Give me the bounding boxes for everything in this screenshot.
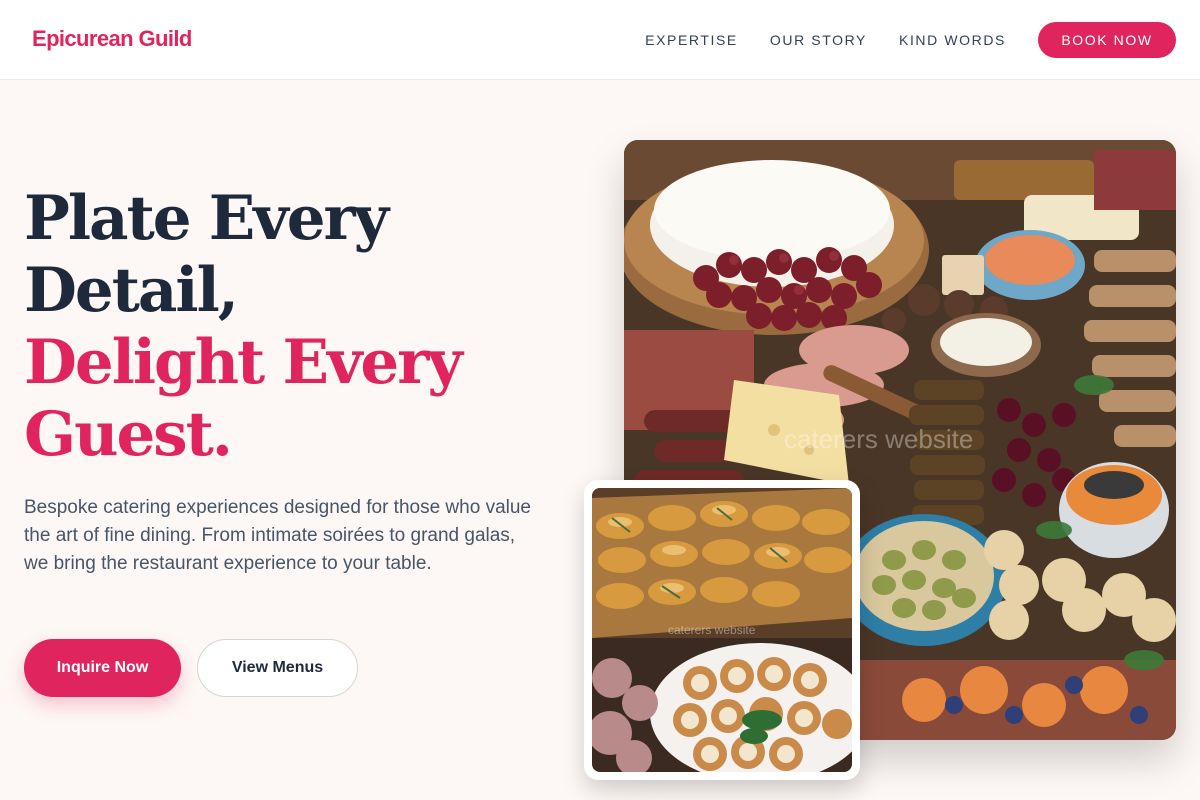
view-menus-button[interactable]: View Menus [197, 639, 358, 697]
image-watermark: caterers website [668, 623, 756, 637]
hero-description: Bespoke catering experiences designed fo… [24, 497, 531, 574]
hero-title: Plate Every Detail, Delight Every Guest. [24, 183, 584, 471]
nav-link-our-story[interactable]: OUR STORY [770, 32, 867, 48]
brand-logo[interactable]: Epicurean Guild [32, 26, 192, 52]
nav-link-expertise[interactable]: EXPERTISE [645, 32, 738, 48]
site-header: Epicurean Guild EXPERTISE OUR STORY KIND… [0, 0, 1200, 80]
hero-title-line: Detail, [24, 255, 239, 326]
inquire-now-button[interactable]: Inquire Now [24, 639, 181, 697]
hero-title-accent-line: Delight Every [24, 327, 463, 398]
book-now-button[interactable]: BOOK NOW [1038, 22, 1176, 58]
image-watermark: caterers website [784, 424, 973, 454]
pastry-illustration: caterers website [592, 488, 852, 772]
pastry-platter-image: caterers website [592, 488, 852, 772]
hero-title-accent-line: Guest. [24, 399, 233, 470]
pastry-image-card: caterers website [584, 480, 860, 780]
hero-cta-group: Inquire Now View Menus [24, 639, 358, 697]
main-nav: EXPERTISE OUR STORY KIND WORDS BOOK NOW [645, 22, 1176, 58]
hero-title-line: Plate Every [24, 183, 389, 254]
nav-link-kind-words[interactable]: KIND WORDS [899, 32, 1006, 48]
